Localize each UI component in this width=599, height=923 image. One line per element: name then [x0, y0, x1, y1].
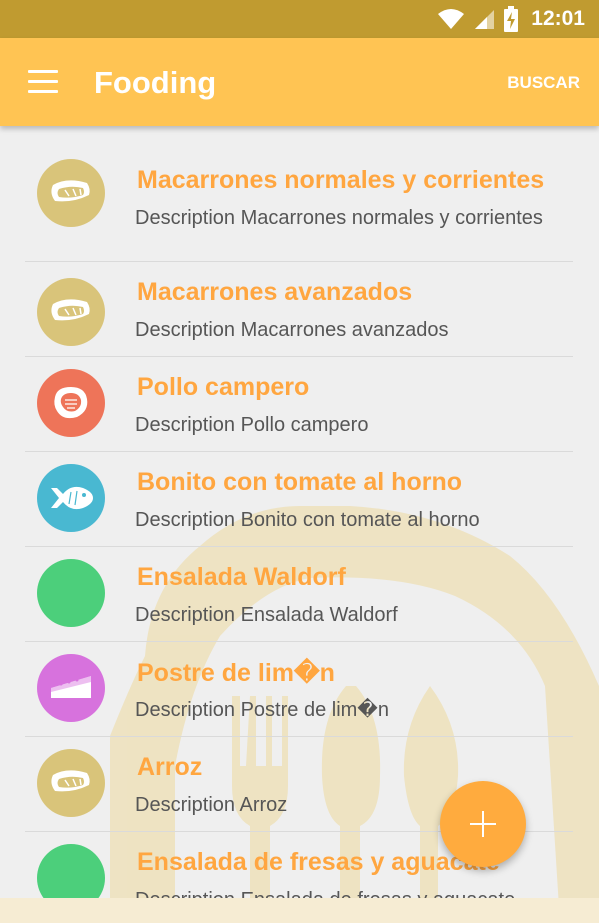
- pasta-icon: [37, 278, 105, 346]
- pasta-icon: [37, 159, 105, 227]
- recipe-title: Postre de lim�n: [137, 659, 335, 687]
- status-time: 12:01: [531, 7, 585, 30]
- recipe-title: Ensalada Waldorf: [137, 563, 346, 591]
- recipe-description: Description Macarrones avanzados: [135, 319, 449, 341]
- recipe-title: Arroz: [137, 753, 203, 781]
- recipe-title: Macarrones normales y corrientes: [137, 166, 545, 194]
- pasta-icon: [37, 749, 105, 817]
- plus-icon: [470, 811, 496, 837]
- app-bar: Fooding BUSCAR: [0, 38, 599, 126]
- recipe-title: Bonito con tomate al horno: [137, 468, 462, 496]
- search-button[interactable]: BUSCAR: [507, 73, 580, 93]
- wifi-icon: [438, 9, 465, 29]
- recipe-list-item[interactable]: Macarrones avanzados Description Macarron…: [25, 262, 573, 357]
- broccoli-icon: [37, 844, 105, 898]
- recipe-description: Description Macarrones normales y corrie…: [135, 207, 543, 229]
- add-recipe-button[interactable]: [440, 781, 526, 867]
- recipe-list-item[interactable]: Macarrones normales y corrientes Descript…: [25, 159, 573, 262]
- status-icons: 12:01: [437, 6, 585, 32]
- recipe-title: Ensalada de fresas y aguacate: [137, 848, 500, 876]
- meat-icon: [37, 369, 105, 437]
- status-bar: 12:01: [0, 0, 599, 38]
- recipe-description: Description Bonito con tomate al horno: [135, 509, 480, 531]
- cake-icon: [37, 654, 105, 722]
- recipe-description: Description Pollo campero: [135, 414, 369, 436]
- app-title: Fooding: [94, 65, 217, 100]
- recipe-list-item[interactable]: Pollo campero Description Pollo campero: [25, 357, 573, 452]
- signal-icon: [475, 10, 495, 29]
- menu-icon[interactable]: [28, 70, 58, 93]
- recipe-list-item[interactable]: Bonito con tomate al horno Description Bo…: [25, 452, 573, 547]
- recipe-title: Macarrones avanzados: [137, 278, 413, 306]
- recipe-list-item[interactable]: Postre de lim�n Description Postre de lim…: [25, 642, 573, 737]
- recipe-title: Pollo campero: [137, 373, 310, 401]
- bottom-strip: [0, 898, 599, 923]
- recipe-description: Description Postre de lim�n: [135, 699, 389, 721]
- broccoli-icon: [37, 559, 105, 627]
- recipe-list-area[interactable]: Macarrones normales y corrientes Descript…: [0, 126, 599, 898]
- recipe-description: Description Ensalada de fresas y aguacat…: [135, 887, 545, 898]
- recipe-description: Description Ensalada Waldorf: [135, 604, 398, 626]
- recipe-list-item[interactable]: Ensalada Waldorf Description Ensalada Wal…: [25, 547, 573, 642]
- fish-icon: [37, 464, 105, 532]
- battery-charging-icon: [504, 6, 519, 32]
